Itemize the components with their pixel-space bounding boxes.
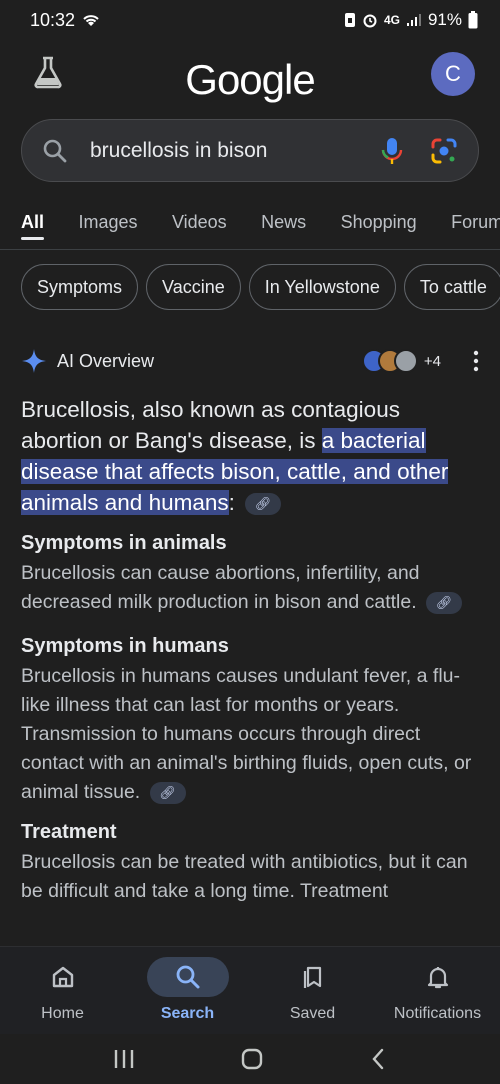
source-favicons[interactable]: +4 (361, 349, 441, 373)
ai-overview-content: Brucellosis, also known as contagious ab… (21, 394, 481, 946)
section-heading: Symptoms in humans (21, 635, 229, 657)
tab-shopping[interactable]: Shopping (341, 196, 417, 249)
search-box[interactable]: brucellosis in bison (21, 119, 479, 182)
citation-link-icon[interactable]: 🔗︎ (149, 781, 186, 804)
chip-to-cattle[interactable]: To cattle (403, 264, 500, 310)
search-input[interactable]: brucellosis in bison (90, 139, 380, 163)
tab-images[interactable]: Images (78, 196, 137, 249)
sim-icon (344, 13, 355, 27)
search-tabs: All Images Videos News Shopping Forum (0, 196, 500, 250)
section-text: Brucellosis can cause abortions, inferti… (21, 559, 481, 617)
section-text: Brucellosis in humans causes undulant fe… (21, 662, 481, 807)
section-text: Brucellosis can be treated with antibiot… (21, 848, 481, 906)
nav-notifications[interactable]: Notifications (375, 947, 500, 1034)
citation-link-icon[interactable]: 🔗︎ (426, 591, 463, 614)
tab-news[interactable]: News (261, 196, 306, 249)
bookmark-icon (303, 966, 321, 988)
section-text-body: Brucellosis can be treated with antibiot… (21, 851, 468, 902)
status-time: 10:32 (30, 9, 76, 30)
nav-home-label: Home (41, 1005, 84, 1022)
back-icon[interactable] (368, 1047, 388, 1071)
tab-forum[interactable]: Forum (451, 196, 500, 249)
nav-search[interactable]: Search (125, 947, 250, 1034)
alarm-icon (363, 14, 377, 28)
nav-notifications-label: Notifications (393, 1005, 482, 1022)
microphone-icon[interactable] (380, 136, 404, 166)
section-heading: Symptoms in animals (21, 532, 227, 554)
nav-saved[interactable]: Saved (250, 947, 375, 1034)
lead-suffix: : (228, 490, 235, 515)
signal-icon (406, 14, 421, 26)
chip-vaccine[interactable]: Vaccine (146, 264, 241, 310)
nav-home[interactable]: Home (0, 947, 125, 1034)
sparkle-icon (22, 349, 46, 373)
avatar[interactable]: C (431, 52, 475, 96)
chip-in-yellowstone[interactable]: In Yellowstone (248, 264, 396, 310)
chip-symptoms[interactable]: Symptoms (21, 264, 139, 310)
bottom-navigation: Home Search Saved Notifications (0, 946, 500, 1034)
top-bar: Google C (0, 48, 500, 108)
battery-icon (468, 11, 478, 29)
home-icon (52, 966, 73, 988)
search-icon (176, 965, 199, 989)
source-count: +4 (423, 352, 441, 370)
recent-apps-icon[interactable] (112, 1048, 136, 1070)
nav-search-label: Search (160, 1005, 215, 1022)
nav-saved-label: Saved (289, 1005, 336, 1022)
home-circle-icon[interactable] (240, 1047, 264, 1071)
more-vert-icon[interactable] (473, 350, 479, 372)
tab-all[interactable]: All (21, 196, 45, 249)
section-text-body: Brucellosis can cause abortions, inferti… (21, 562, 420, 613)
tab-videos[interactable]: Videos (172, 196, 227, 249)
overview-lead: Brucellosis, also known as contagious ab… (21, 394, 481, 518)
refinement-chips: Symptoms Vaccine In Yellowstone To cattle (21, 264, 500, 310)
wifi-icon (83, 15, 99, 26)
source-favicon-3 (393, 349, 418, 373)
citation-link-icon[interactable]: 🔗︎ (245, 493, 282, 516)
google-logo[interactable]: Google (0, 56, 500, 104)
search-icon (43, 139, 67, 162)
network-label: 4G (383, 13, 400, 27)
google-lens-icon[interactable] (430, 137, 458, 165)
section-text-body: Brucellosis in humans causes undulant fe… (21, 665, 472, 803)
battery-percent: 91% (427, 10, 462, 29)
section-heading: Treatment (21, 821, 117, 843)
status-bar: 10:32 4G 91% (0, 0, 500, 40)
system-navigation-bar (0, 1034, 500, 1084)
bell-icon (427, 967, 448, 989)
ai-overview-title: AI Overview (57, 350, 155, 371)
ai-overview-header: AI Overview +4 (21, 346, 479, 376)
